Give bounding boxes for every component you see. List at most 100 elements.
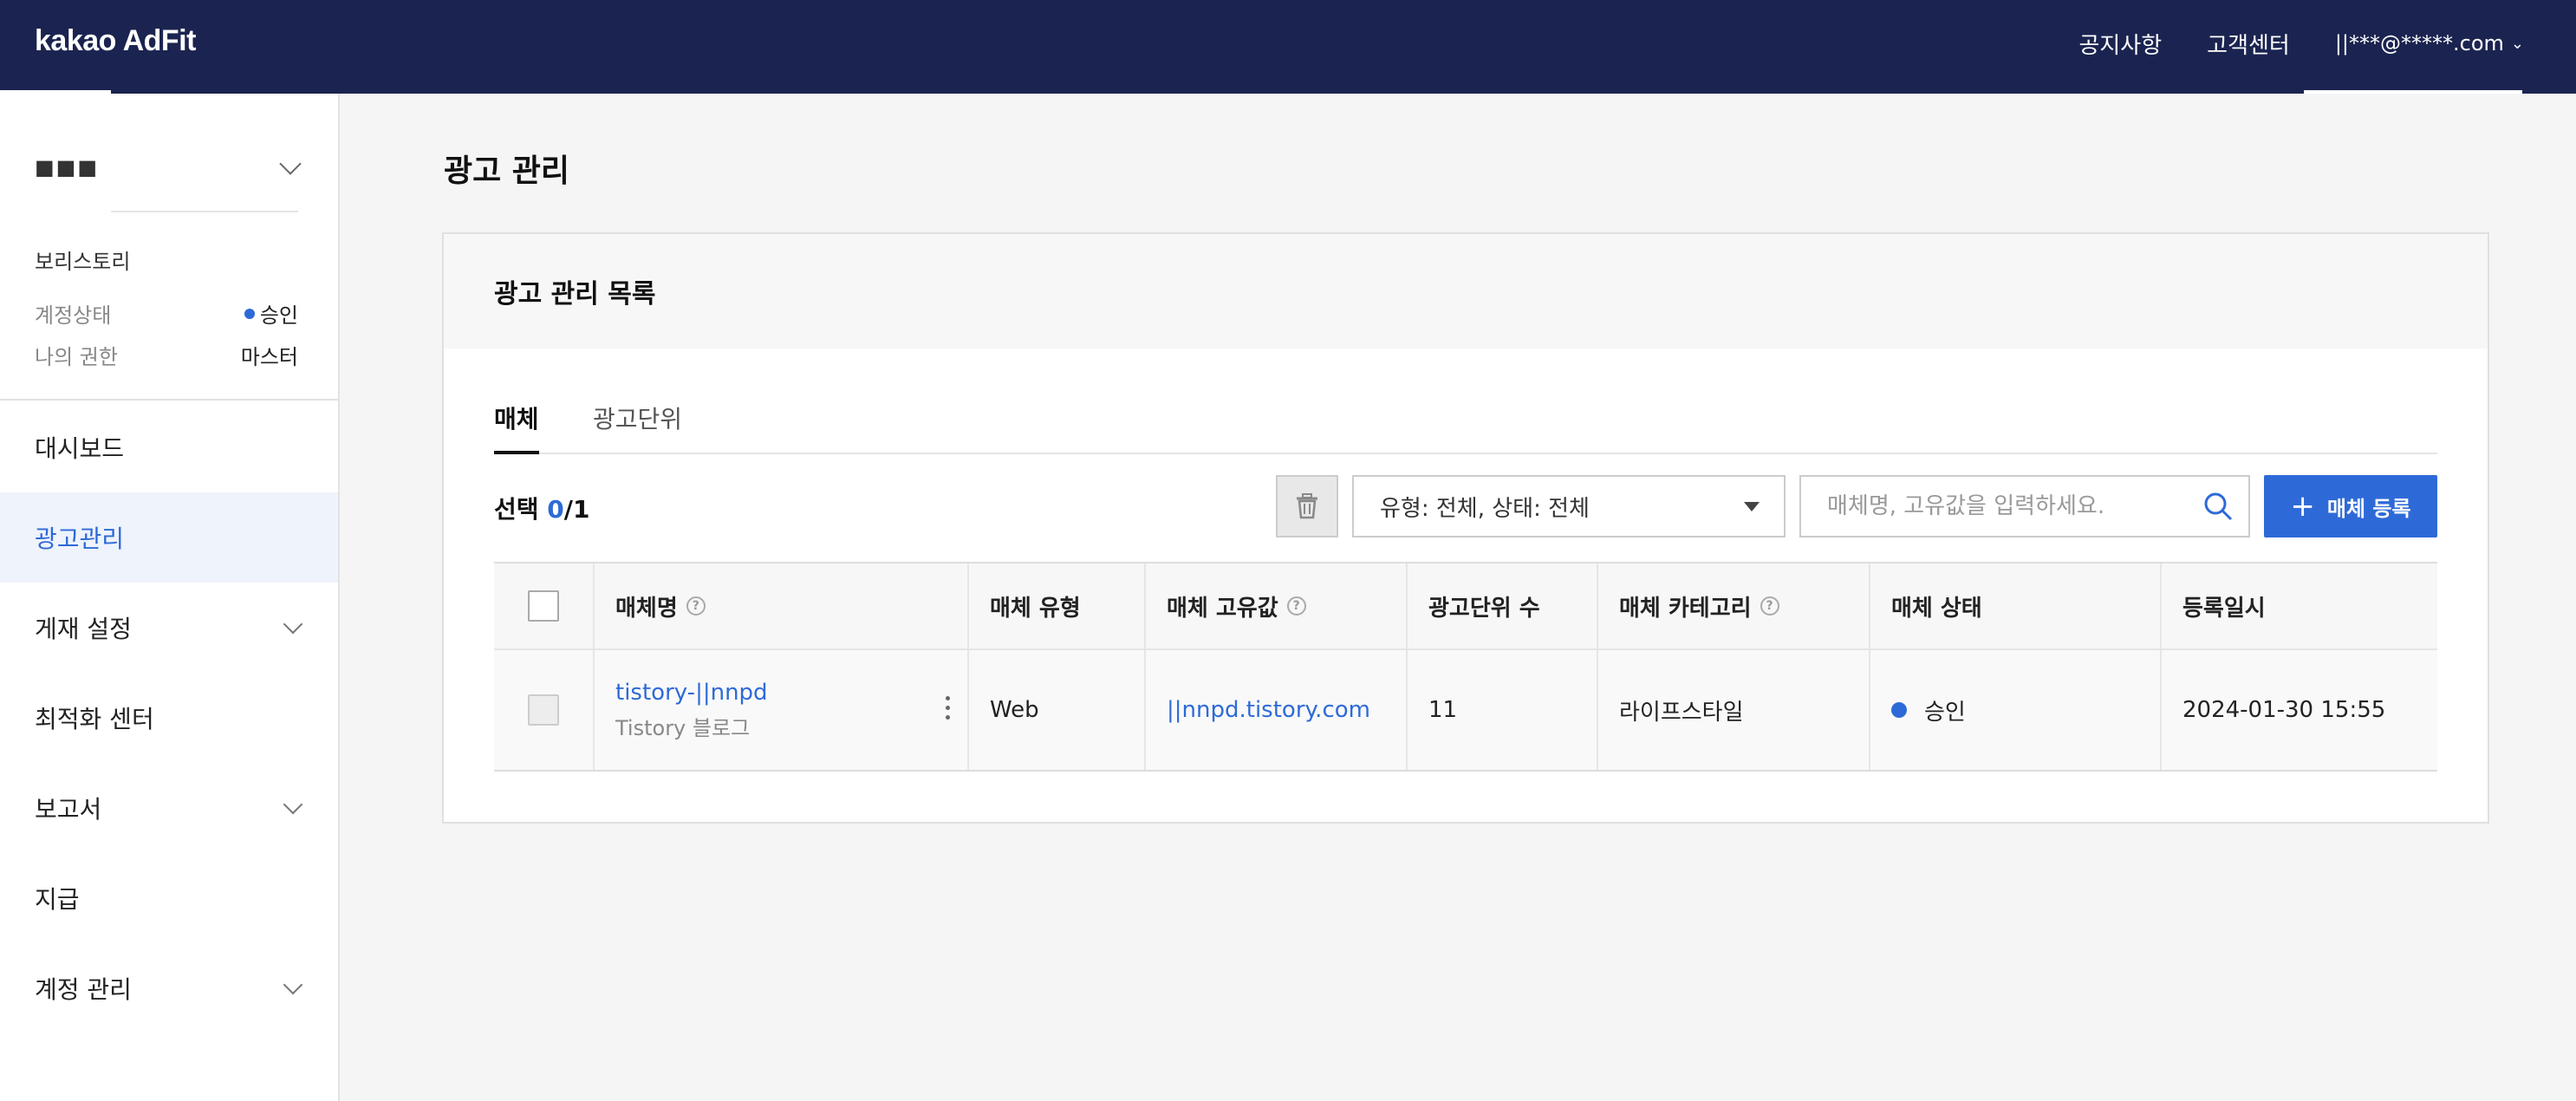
media-name-link[interactable]: tistory-||nnpd	[615, 680, 768, 706]
header-label: 매체 카테고리	[1619, 595, 1752, 622]
account-role-label: 나의 권한	[35, 345, 118, 369]
registered-at-value: 2024-01-30 15:55	[2182, 697, 2386, 723]
media-type-cell: Web	[969, 650, 1146, 770]
selection-count: 선택 0/1	[494, 491, 589, 525]
help-icon[interactable]: ?	[686, 596, 706, 616]
card-header: 광고 관리 목록	[444, 234, 2488, 349]
sidebar-item-label: 보고서	[35, 795, 102, 824]
search-icon[interactable]	[2203, 492, 2233, 521]
media-status-cell: 승인	[1870, 650, 2162, 770]
media-name-cell: tistory-||nnpd Tistory 블로그	[595, 650, 969, 770]
sidebar-item-optimization-center[interactable]: 최적화 센터	[0, 673, 338, 763]
support-link[interactable]: 고객센터	[2207, 28, 2290, 60]
table-row: tistory-||nnpd Tistory 블로그 Web ||nnpd.ti…	[494, 650, 2437, 772]
header-label: 매체 상태	[1891, 595, 1982, 622]
chevron-down-icon	[283, 614, 303, 635]
sidebar-item-ad-management[interactable]: 광고관리	[0, 492, 338, 583]
registered-at-cell: 2024-01-30 15:55	[2162, 650, 2437, 770]
header-label: 등록일시	[2182, 595, 2266, 622]
row-checkbox[interactable]	[528, 694, 559, 726]
header-registered-at: 등록일시	[2162, 564, 2437, 648]
status-dot-icon	[244, 308, 255, 319]
filter-value: 유형: 전체, 상태: 전체	[1380, 495, 1590, 522]
sidebar-item-label: 대시보드	[35, 434, 125, 463]
sidebar-item-placement-settings[interactable]: 게재 설정	[0, 583, 338, 673]
account-menu[interactable]: ||***@*****.com ⌄	[2335, 31, 2524, 55]
plus-icon: +	[2290, 489, 2315, 524]
header-ad-unit-count: 광고단위 수	[1408, 564, 1598, 648]
more-options-icon[interactable]	[946, 694, 950, 722]
sidebar: ■■■ 보리스토리 계정상태 승인 나의 권한 마스터 대시보드 광고관리 게재…	[0, 94, 340, 1101]
selection-selected: 0	[547, 495, 564, 524]
account-underline	[2304, 90, 2522, 94]
ad-unit-count-cell: 11	[1408, 650, 1598, 770]
tab-media[interactable]: 매체	[494, 401, 539, 454]
kakao-adfit-logo[interactable]: kakao AdFit	[35, 24, 196, 58]
sidebar-item-dashboard[interactable]: 대시보드	[0, 402, 338, 492]
sidebar-item-label: 최적화 센터	[35, 705, 154, 733]
selection-total: /1	[563, 495, 590, 524]
trash-icon	[1297, 493, 1317, 519]
search-box	[1799, 475, 2250, 537]
media-status-value: 승인	[1924, 699, 1966, 726]
sidebar-item-payment[interactable]: 지급	[0, 853, 338, 943]
media-category-value: 라이프스타일	[1619, 699, 1744, 726]
page-title: 광고 관리	[444, 153, 570, 189]
sidebar-item-reports[interactable]: 보고서	[0, 763, 338, 853]
media-platform: Tistory 블로그	[615, 715, 751, 740]
card-title: 광고 관리 목록	[494, 279, 656, 309]
tabs-divider	[494, 453, 2437, 454]
add-media-button[interactable]: + 매체 등록	[2264, 475, 2437, 537]
sidebar-item-account-management[interactable]: 계정 관리	[0, 943, 338, 1033]
ad-management-card: 광고 관리 목록 매체 광고단위 선택 0/1 유형: 전체, 상태: 전체 +…	[442, 232, 2489, 824]
type-status-filter[interactable]: 유형: 전체, 상태: 전체	[1352, 475, 1786, 537]
header-label: 매체 고유값	[1167, 595, 1278, 622]
media-type-value: Web	[990, 697, 1039, 723]
top-header: kakao AdFit 공지사항 고객센터 ||***@*****.com ⌄	[0, 0, 2576, 94]
status-dot-icon	[1891, 702, 1907, 718]
header-media-id: 매체 고유값 ?	[1146, 564, 1408, 648]
media-id-cell: ||nnpd.tistory.com	[1146, 650, 1408, 770]
account-status-row: 계정상태 승인	[35, 298, 298, 329]
ad-unit-count-value: 11	[1428, 697, 1458, 723]
caret-down-icon	[1744, 501, 1760, 511]
sidebar-item-label: 게재 설정	[35, 615, 132, 643]
media-category-cell: 라이프스타일	[1598, 650, 1870, 770]
header-label: 매체명	[615, 595, 678, 622]
help-icon[interactable]: ?	[1760, 596, 1779, 616]
account-status-label: 계정상태	[35, 303, 112, 328]
sidebar-item-label: 지급	[35, 885, 80, 914]
header-media-status: 매체 상태	[1870, 564, 2162, 648]
header-label: 광고단위 수	[1428, 595, 1540, 622]
account-name: 보리스토리	[35, 250, 131, 274]
sidebar-item-label: 광고관리	[35, 524, 125, 553]
tab-ad-units[interactable]: 광고단위	[593, 401, 682, 454]
account-role-row: 나의 권한 마스터	[35, 340, 298, 370]
header-media-type: 매체 유형	[969, 564, 1146, 648]
divider	[0, 399, 338, 401]
sidebar-item-label: 계정 관리	[35, 975, 132, 1004]
table-header: 매체명 ? 매체 유형 매체 고유값 ? 광고단위 수 매체 카테고리 ? 매체…	[494, 562, 2437, 650]
chevron-down-icon	[283, 974, 303, 995]
chevron-down-icon: ⌄	[2510, 34, 2524, 53]
header-label: 매체 유형	[990, 595, 1081, 622]
site-selector[interactable]: ■■■	[35, 137, 305, 198]
media-name: tistory-||nnpd Tistory 블로그	[615, 680, 768, 741]
notice-link[interactable]: 공지사항	[2078, 28, 2162, 60]
media-id-link[interactable]: ||nnpd.tistory.com	[1167, 697, 1370, 723]
delete-button[interactable]	[1276, 475, 1338, 537]
site-name: ■■■	[35, 155, 100, 179]
selection-prefix: 선택	[494, 495, 548, 524]
account-status-text: 승인	[259, 303, 298, 328]
add-media-label: 매체 등록	[2326, 496, 2411, 521]
account-role-value: 마스터	[240, 345, 298, 369]
chevron-down-icon	[283, 794, 303, 815]
help-icon[interactable]: ?	[1286, 596, 1306, 616]
header-media-category: 매체 카테고리 ?	[1598, 564, 1870, 648]
header-media-name: 매체명 ?	[595, 564, 969, 648]
search-input[interactable]	[1827, 493, 2203, 519]
row-checkbox-cell	[494, 650, 595, 770]
divider	[111, 211, 298, 212]
account-email: ||***@*****.com	[2334, 31, 2504, 55]
select-all-checkbox[interactable]	[528, 590, 559, 622]
